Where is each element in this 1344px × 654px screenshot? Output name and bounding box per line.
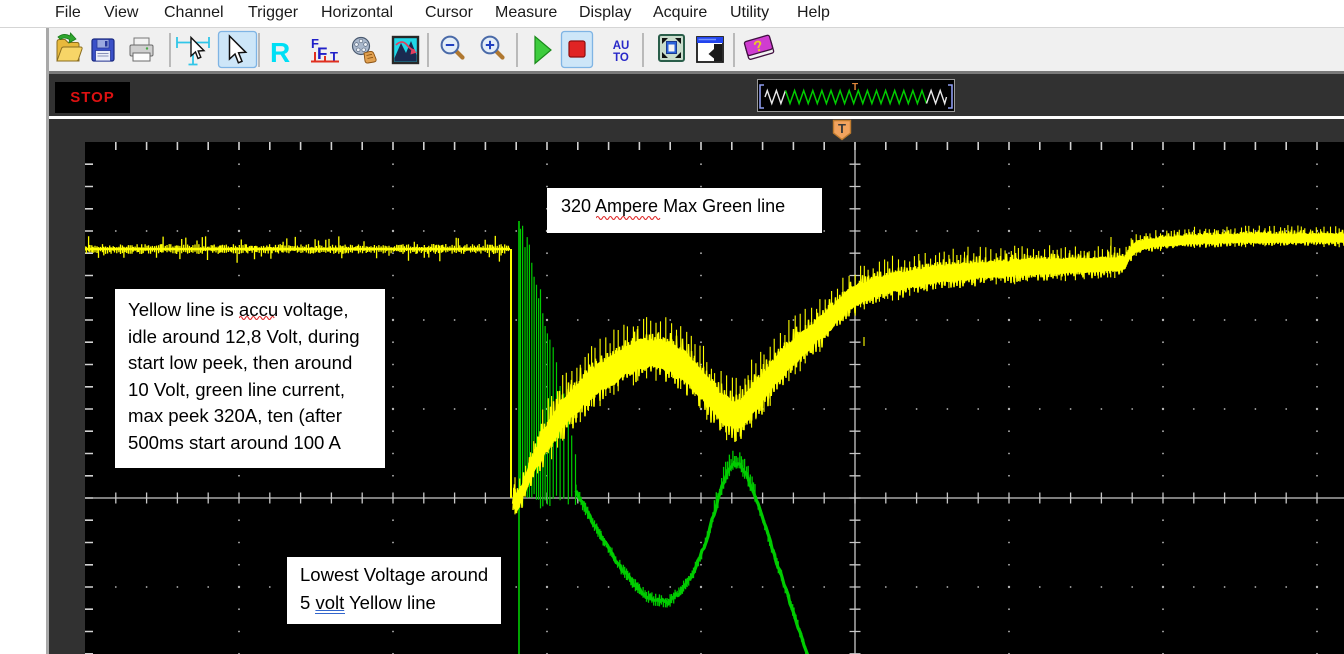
svg-text:T: T bbox=[852, 82, 858, 93]
svg-text:T: T bbox=[838, 121, 846, 136]
svg-text:TO: TO bbox=[613, 52, 629, 64]
svg-text:AU: AU bbox=[613, 40, 630, 52]
svg-text:R: R bbox=[270, 37, 290, 68]
